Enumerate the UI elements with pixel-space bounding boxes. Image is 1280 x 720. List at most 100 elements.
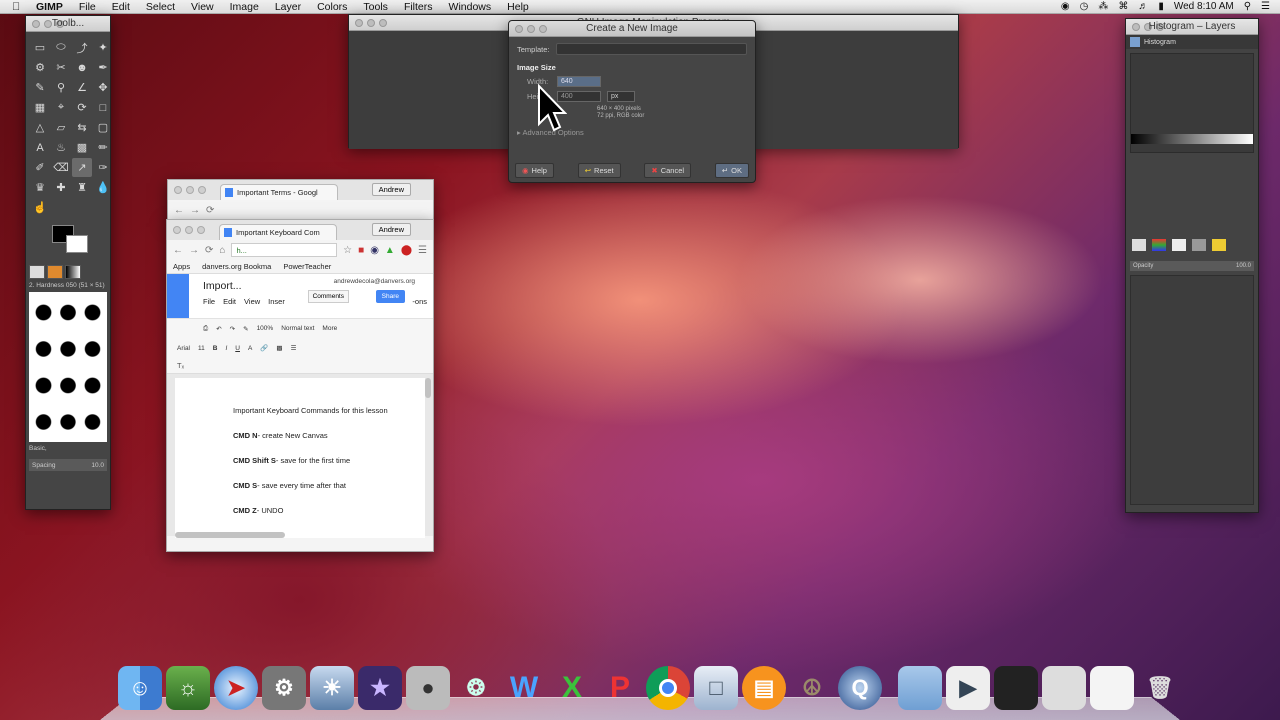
pencil-icon[interactable]: ✏ <box>93 138 113 157</box>
channels-icon[interactable] <box>1152 239 1166 251</box>
docs-menu-file[interactable]: File <box>203 297 215 306</box>
paintbrush-icon[interactable]: ✐ <box>30 158 50 177</box>
minimize-button[interactable] <box>185 226 193 234</box>
brush-preview[interactable] <box>81 368 104 403</box>
zoom-button[interactable] <box>197 226 205 234</box>
bookmark-danvers[interactable]: danvers.org Bookma <box>202 262 271 271</box>
blend-icon[interactable]: ▩ <box>72 138 92 157</box>
minimize-button[interactable] <box>44 19 52 28</box>
underline-icon[interactable]: U <box>235 345 240 352</box>
clock[interactable]: Wed 8:10 AM <box>1174 0 1234 14</box>
redo-icon[interactable]: ↷ <box>230 325 235 333</box>
safari-icon[interactable]: ➤ <box>214 666 258 710</box>
bold-icon[interactable]: B <box>213 345 218 352</box>
scale-icon[interactable]: □ <box>93 98 113 117</box>
zoom-select[interactable]: 100% <box>257 325 274 332</box>
imovie-icon[interactable]: ★ <box>358 666 402 710</box>
menu-help[interactable]: Help <box>499 0 537 14</box>
extension-icon[interactable]: ■ <box>358 245 364 256</box>
reload-icon[interactable]: ⟳ <box>205 245 213 256</box>
minimize-button[interactable] <box>527 24 535 33</box>
free-select-icon[interactable]: ⤴ <box>72 38 92 57</box>
shear-icon[interactable]: △ <box>30 118 50 137</box>
docs-menu-insert[interactable]: Inser <box>268 297 285 306</box>
account-email[interactable]: andrewdecola@danvers.org <box>334 278 415 285</box>
brush-preview[interactable] <box>56 404 80 439</box>
doc-title[interactable]: Import... <box>203 280 242 292</box>
scissors-icon[interactable]: ✂ <box>51 58 71 77</box>
brushes-tab[interactable] <box>29 265 45 279</box>
close-button[interactable] <box>355 18 363 27</box>
gradients-tab[interactable] <box>65 265 81 279</box>
notification-center-icon[interactable]: ☰ <box>1261 0 1270 14</box>
time-machine-icon[interactable]: ◷ <box>1080 0 1089 14</box>
circle-dots-icon[interactable]: ❂ <box>454 666 498 710</box>
foreground-select-icon[interactable]: ☻ <box>72 58 92 77</box>
forward-icon[interactable]: → <box>190 205 200 216</box>
more-button[interactable]: More <box>322 325 337 332</box>
volume-icon[interactable]: ♬ <box>1138 0 1148 14</box>
brush-panel-icon[interactable] <box>1192 239 1206 251</box>
home-icon[interactable]: ⌂ <box>219 245 225 256</box>
clone-icon[interactable]: ♛ <box>30 178 50 197</box>
folder-icon[interactable] <box>898 666 942 710</box>
reset-button[interactable]: ↩ Reset <box>577 163 621 178</box>
reload-icon[interactable]: ⟳ <box>206 205 214 216</box>
brush-preview[interactable] <box>32 331 55 366</box>
forward-icon[interactable]: → <box>189 245 199 256</box>
extension-icon[interactable]: ◉ <box>370 245 379 256</box>
zoom-button[interactable] <box>539 24 547 33</box>
font-select[interactable]: Arial <box>177 345 190 352</box>
comments-button[interactable]: Comments <box>307 290 349 303</box>
paths-panel-icon[interactable] <box>1172 239 1186 251</box>
unit-select[interactable]: px <box>607 91 635 102</box>
menu-icon[interactable]: ☰ <box>418 245 427 256</box>
align-left-icon[interactable]: ☰ <box>291 344 297 352</box>
zoom-button[interactable] <box>198 186 206 194</box>
font-size-select[interactable]: 11 <box>198 345 205 352</box>
gimp-icon[interactable]: ☮ <box>790 666 834 710</box>
help-button[interactable]: ◉ Help <box>515 163 554 178</box>
menu-app-name[interactable]: GIMP <box>28 0 71 14</box>
paths-icon[interactable]: ✒ <box>93 58 113 77</box>
close-button[interactable] <box>173 226 181 234</box>
docs-menu-addons[interactable]: -ons <box>412 297 427 306</box>
docs-logo-icon[interactable] <box>167 274 189 318</box>
brush-preview[interactable] <box>56 368 80 403</box>
ellipse-select-icon[interactable]: ⬭ <box>51 38 71 57</box>
brush-grid[interactable] <box>29 292 107 442</box>
measure-icon[interactable]: ∠ <box>72 78 92 97</box>
chrome-icon[interactable] <box>646 666 690 710</box>
ibooks-icon[interactable]: ▤ <box>742 666 786 710</box>
menu-tools[interactable]: Tools <box>355 0 396 14</box>
undo-history-icon[interactable] <box>1212 239 1226 251</box>
minimize-button[interactable] <box>186 186 194 194</box>
spacing-slider[interactable]: Spacing 10.0 <box>29 459 107 471</box>
blur-icon[interactable]: 💧 <box>93 178 113 197</box>
crop-icon[interactable]: ⌖ <box>51 98 71 117</box>
trash-icon[interactable]: 🗑 <box>1138 666 1182 710</box>
comment-icon[interactable]: ▩ <box>276 344 282 352</box>
perspective-icon[interactable]: ▱ <box>51 118 71 137</box>
histogram-tab[interactable]: Histogram <box>1126 35 1258 49</box>
apple-icon[interactable]:  <box>12 1 28 13</box>
flip-icon[interactable]: ⇆ <box>72 118 92 137</box>
chrome-tab[interactable]: Important Keyboard Com <box>219 224 337 240</box>
address-bar[interactable]: h... <box>231 243 338 257</box>
text-icon[interactable]: A <box>30 138 50 157</box>
zoom-button[interactable] <box>379 18 387 27</box>
chrome-window-thumbnail-icon[interactable] <box>1090 666 1134 710</box>
dvd-player-icon[interactable]: ● <box>406 666 450 710</box>
panel-titlebar[interactable]: Histogram – Layers <box>1126 19 1258 35</box>
brush-preview[interactable] <box>56 331 80 366</box>
back-icon[interactable]: ← <box>173 245 183 256</box>
rect-select-icon[interactable]: ▭ <box>30 38 50 57</box>
bluetooth-icon[interactable]: ⁂ <box>1098 0 1108 14</box>
bookmark-powerteacher[interactable]: PowerTeacher <box>283 262 331 271</box>
text-color-icon[interactable]: A <box>248 345 252 352</box>
zoom-button[interactable] <box>1156 22 1164 31</box>
ink-icon[interactable]: ✑ <box>93 158 113 177</box>
color-select-icon[interactable]: ⚙ <box>30 58 50 77</box>
brush-preview[interactable] <box>56 295 80 330</box>
smudge-icon[interactable]: ☝ <box>30 198 50 217</box>
